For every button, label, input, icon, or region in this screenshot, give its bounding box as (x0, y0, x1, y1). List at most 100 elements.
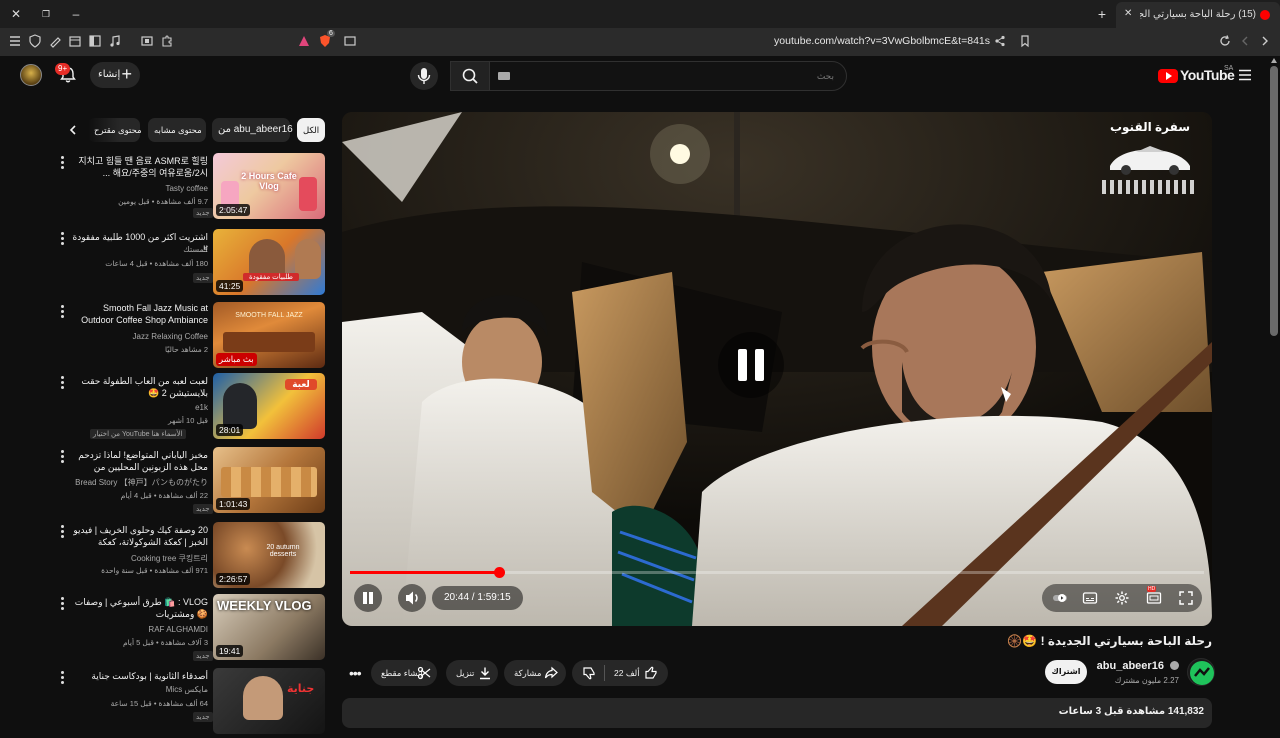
rec-channel[interactable]: Tasty coffee (72, 184, 208, 193)
more-options-icon[interactable] (58, 231, 66, 245)
plus-icon: + (121, 64, 132, 84)
aria-icon[interactable] (297, 34, 311, 48)
search-button[interactable] (450, 61, 490, 91)
search-input[interactable]: بحث (489, 61, 847, 91)
video-player[interactable]: سفرة القنوب 20:44 / 1:59:15 HD (342, 112, 1212, 626)
chip-all[interactable]: الكل (297, 118, 325, 142)
address-bar[interactable]: youtube.com/watch?v=3VwGbolbmcE&t=841s (700, 35, 990, 47)
rec-channel[interactable]: Cooking tree 쿠킹트리 (72, 553, 208, 564)
car-logo-icon (1110, 146, 1190, 175)
rec-channel[interactable]: Jazz Relaxing Coffee (72, 332, 208, 341)
rec-title[interactable]: 20 وصفة كيك وحلوى الخريف | فيديو الخبز |… (72, 524, 208, 548)
chip-similar[interactable]: محتوى مشابه (148, 118, 206, 142)
rec-channel[interactable]: كمستك (72, 245, 208, 254)
list-item[interactable]: أصدقاء الثانوية | بودكاست جناية مايكس Mi… (58, 668, 328, 738)
rec-title[interactable]: مخبز الياباني المتواضع! لماذا تزدحم محل … (72, 449, 208, 473)
reader-mode-icon[interactable] (343, 34, 357, 48)
center-pause-indicator[interactable] (718, 332, 784, 398)
autoplay-toggle-icon[interactable] (1052, 590, 1068, 606)
rec-channel[interactable]: e1k (72, 403, 208, 412)
download-button[interactable]: تنزيل (446, 660, 498, 686)
progress-bar[interactable] (350, 567, 1204, 578)
list-item[interactable]: 지치고 힘들 땐 음료 ASMR로 힐링해요/주중의 여유로움/2시 ... T… (58, 153, 328, 223)
chips-scroll-left-icon[interactable] (66, 123, 80, 137)
tab-favicon-icon (1260, 10, 1270, 20)
theater-mode-icon[interactable] (1146, 590, 1162, 606)
subscribe-button[interactable]: اشتراك (1045, 660, 1087, 684)
settings-gear-icon[interactable] (1114, 590, 1130, 606)
screenshot-icon[interactable] (140, 34, 154, 48)
rec-channel[interactable]: مايكس Mics (72, 685, 208, 694)
rec-title[interactable]: لعبت لعبه من العاب الطفولة حقت بلايستيشن… (72, 375, 208, 399)
sidebar-panel-icon[interactable] (88, 34, 102, 48)
chip-suggested[interactable]: محتوى مقترح (88, 118, 142, 142)
list-item[interactable]: Smooth Fall Jazz Music at Outdoor Coffee… (58, 302, 328, 372)
thumbnail-text: لعبة (285, 379, 317, 390)
more-options-icon[interactable] (58, 670, 66, 684)
share-button[interactable]: مشاركة (504, 660, 566, 686)
progress-scrubber[interactable] (493, 567, 505, 578)
more-options-icon[interactable] (58, 449, 66, 463)
volume-button[interactable] (398, 584, 426, 612)
rec-channel[interactable]: RAF ALGHAMDI (72, 625, 208, 634)
player-right-controls: HD (1042, 584, 1202, 612)
thumbnail-text: 20 autumn desserts (266, 544, 300, 558)
more-options-icon[interactable] (58, 375, 66, 389)
rec-thumbnail[interactable]: جناية (213, 668, 325, 734)
extensions-icon[interactable] (160, 34, 174, 48)
shield-icon[interactable] (28, 34, 42, 48)
sidebar-menu-icon[interactable] (8, 34, 22, 48)
list-item[interactable]: اشتريت اكثر من 1000 طلبية مفقودة !! كمست… (58, 229, 328, 299)
more-options-icon[interactable] (58, 524, 66, 538)
voice-search-button[interactable] (410, 62, 438, 90)
progress-fill (350, 571, 499, 574)
pen-icon[interactable] (48, 34, 62, 48)
channel-name[interactable]: abu_abeer16 (1097, 660, 1179, 672)
forward-icon[interactable] (1258, 34, 1272, 48)
dislike-icon[interactable] (582, 666, 596, 680)
keyboard-icon[interactable] (498, 72, 510, 80)
chip-from-channel[interactable]: من abu_abeer16 (212, 118, 293, 142)
share-icon[interactable] (993, 34, 1007, 48)
browser-tab[interactable]: ✕ (15) رحلة الباحة بسيارتي الجديدة (1116, 2, 1280, 28)
list-item[interactable]: لعبت لعبه من العاب الطفولة حقت بلايستيشن… (58, 373, 328, 443)
rec-meta: 9.7 ألف مشاهدة • قبل يومين (118, 197, 208, 206)
fullscreen-icon[interactable] (1178, 590, 1194, 606)
create-button[interactable]: إنشاء + (90, 62, 140, 88)
back-icon[interactable] (1238, 34, 1252, 48)
more-actions-button[interactable]: ••• (344, 660, 364, 686)
channel-name-text[interactable]: abu_abeer16 (1097, 660, 1164, 672)
tabs-icon[interactable] (68, 34, 82, 48)
more-options-icon[interactable] (58, 155, 66, 169)
music-icon[interactable] (108, 34, 122, 48)
more-options-icon[interactable] (58, 304, 66, 318)
rec-title[interactable]: Smooth Fall Jazz Music at Outdoor Coffee… (72, 302, 208, 326)
bookmark-icon[interactable] (1018, 34, 1032, 48)
rec-title[interactable]: VLOG : 🛍️ طرق أسبوعي | وصفات 🍪 ومشتريات (72, 596, 208, 620)
list-item[interactable]: مخبز الياباني المتواضع! لماذا تزدحم محل … (58, 447, 328, 517)
pause-button[interactable] (354, 584, 382, 612)
like-icon[interactable] (644, 666, 658, 680)
list-item[interactable]: 20 وصفة كيك وحلوى الخريف | فيديو الخبز |… (58, 522, 328, 592)
close-window-icon[interactable]: ✕ (8, 6, 24, 22)
clip-button[interactable]: إنشاء مقطع (371, 660, 437, 686)
guide-menu-icon[interactable] (1238, 69, 1252, 81)
new-tab-icon[interactable]: + (1094, 6, 1110, 22)
subtitles-icon[interactable] (1082, 590, 1098, 606)
more-options-icon[interactable] (58, 596, 66, 610)
user-avatar[interactable] (20, 64, 42, 86)
maximize-window-icon[interactable]: ❐ (38, 6, 54, 22)
rec-title[interactable]: 지치고 힘들 땐 음료 ASMR로 힐링해요/주중의 여유로움/2시 ... (72, 155, 208, 179)
rec-title[interactable]: أصدقاء الثانوية | بودكاست جناية (72, 670, 208, 682)
description-box[interactable]: 141,832 مشاهدة قبل 3 ساعات (342, 698, 1212, 728)
like-count[interactable]: 22 ألف (614, 660, 640, 686)
list-item[interactable]: VLOG : 🛍️ طرق أسبوعي | وصفات 🍪 ومشتريات … (58, 594, 328, 664)
rec-channel[interactable]: Bread Story 【神戸】パンものがたり (72, 477, 208, 488)
page-scrollbar[interactable] (1270, 66, 1278, 336)
video-title: رحلة الباحة بسيارتي الجديدة ! 🤩🛞 (1007, 634, 1212, 648)
scroll-up-arrow-icon[interactable] (1271, 58, 1277, 63)
tab-close-icon[interactable]: ✕ (1124, 8, 1132, 19)
minimize-window-icon[interactable]: – (68, 6, 84, 22)
reload-icon[interactable] (1218, 34, 1232, 48)
channel-avatar[interactable] (1187, 658, 1215, 686)
